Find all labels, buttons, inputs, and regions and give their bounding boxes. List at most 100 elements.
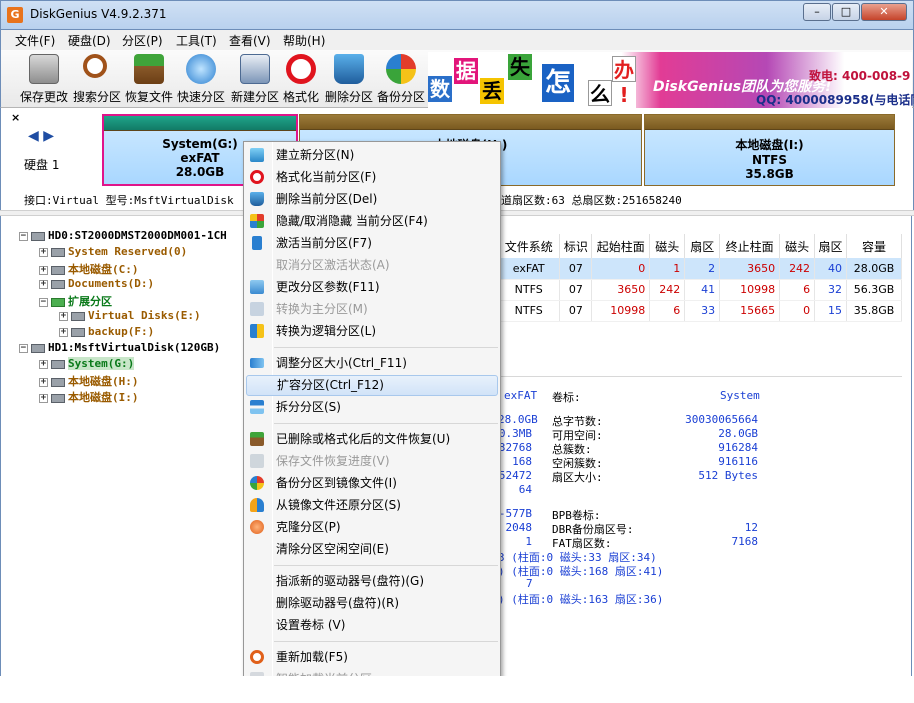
close-panel-icon[interactable]: ×: [11, 111, 20, 124]
col-header[interactable]: 容量: [846, 234, 902, 258]
col-header[interactable]: 磁头: [779, 234, 816, 258]
menu-disk[interactable]: 硬盘(D): [68, 32, 111, 49]
col-header[interactable]: 扇区: [684, 234, 721, 258]
menu-hide-partition[interactable]: 隐藏/取消隐藏 当前分区(F4): [246, 211, 498, 232]
tree-node-selected[interactable]: + System(G:): [39, 357, 135, 370]
table-row[interactable]: exFAT 07 012 3650 242 40 28.0GB: [498, 258, 902, 280]
detail-value: 28.0GB: [498, 413, 538, 426]
menu-deactivate-partition[interactable]: 取消分区激活状态(A): [246, 255, 498, 276]
tree-node-hd0[interactable]: − HD0:ST2000DMST2000DM001-1CH: [19, 229, 227, 242]
tree-node[interactable]: + 本地磁盘(I:): [39, 389, 139, 405]
detail-value: 7168: [731, 535, 759, 548]
params-icon: [250, 280, 264, 294]
new-partition-icon: [250, 148, 264, 162]
backup-partition-button[interactable]: 备份分区: [376, 52, 426, 106]
toolbar-label: 备份分区: [376, 90, 425, 104]
col-header[interactable]: 文件系统: [498, 234, 561, 258]
detail-value: 512 Bytes: [698, 469, 758, 482]
detail-value: 32768: [498, 441, 532, 454]
toolbar-label: 删除分区: [324, 90, 373, 104]
backup-icon: [250, 476, 264, 490]
menu-partition[interactable]: 分区(P): [122, 32, 163, 49]
partition-details: exFAT 卷标: System 28.0GB 0.3MB 32768 168 …: [498, 376, 902, 676]
menu-view[interactable]: 查看(V): [229, 32, 271, 49]
window-title: DiskGenius V4.9.2.371: [30, 7, 167, 21]
reload-icon: [250, 650, 264, 664]
menu-extend-partition[interactable]: 扩容分区(Ctrl_F12): [246, 375, 498, 396]
menu-tools[interactable]: 工具(T): [176, 32, 217, 49]
partition-table: 文件系统 标识 起始柱面 磁头 扇区 终止柱面 磁头 扇区 容量 exFAT 07…: [498, 234, 902, 322]
recover-files-button[interactable]: 恢复文件: [124, 52, 174, 106]
menu-remove-drive-letter[interactable]: 删除驱动器号(盘符)(R): [246, 593, 498, 614]
detail-value: -577B: [498, 507, 532, 520]
menu-new-partition[interactable]: 建立新分区(N): [246, 145, 498, 166]
detail-value: 916284: [718, 441, 758, 454]
table-row[interactable]: NTFS 07 3650 242 41 10998 6 32 56.3GB: [498, 279, 902, 301]
ad-banner[interactable]: 数 据 丢 失 怎 么 办 ! DiskGenius团队为您服务! 致电: 40…: [428, 52, 914, 108]
banner-tile: !: [612, 82, 636, 108]
menu-activate-partition[interactable]: 激活当前分区(F7): [246, 233, 498, 254]
partition-size: 35.8GB: [745, 167, 794, 181]
format-button[interactable]: 格式化: [281, 52, 321, 106]
search-partition-button[interactable]: 搜索分区: [72, 52, 122, 106]
delete-icon: [334, 54, 364, 84]
partition-block-i[interactable]: 本地磁盘(I:) NTFS 35.8GB: [644, 114, 895, 186]
recover-icon: [250, 432, 264, 446]
resize-icon: [250, 358, 264, 368]
minimize-button[interactable]: –: [803, 3, 831, 21]
menu-wipe-free-space[interactable]: 清除分区空闲空间(E): [246, 539, 498, 560]
menu-split-partition[interactable]: 拆分分区(S): [246, 397, 498, 418]
menu-file[interactable]: 文件(F): [15, 32, 55, 49]
new-partition-button[interactable]: 新建分区: [230, 52, 280, 106]
menu-backup-to-image[interactable]: 备份分区到镜像文件(I): [246, 473, 498, 494]
to-logical-icon: [250, 324, 264, 338]
tree-node-hd1[interactable]: − HD1:MsftVirtualDisk(120GB): [19, 341, 220, 354]
toolbar-label: 搜索分区: [72, 90, 121, 104]
menu-reload[interactable]: 重新加载(F5): [246, 647, 498, 668]
menu-format-partition[interactable]: 格式化当前分区(F): [246, 167, 498, 188]
detail-chs: ) (柱面:0 磁头:168 扇区:41): [498, 565, 664, 578]
col-header[interactable]: 扇区: [814, 234, 848, 258]
detail-value: 1: [525, 535, 532, 548]
tree-node[interactable]: + 本地磁盘(C:): [39, 261, 139, 277]
quick-partition-button[interactable]: 快速分区: [176, 52, 226, 106]
save-progress-icon: [250, 454, 264, 468]
col-header[interactable]: 起始柱面: [591, 234, 651, 258]
close-button[interactable]: ✕: [861, 3, 907, 21]
menu-restore-from-image[interactable]: 从镜像文件还原分区(S): [246, 495, 498, 516]
restore-icon: [250, 498, 264, 512]
col-header[interactable]: 终止柱面: [719, 234, 781, 258]
detail-value: 52472: [498, 469, 532, 482]
menu-to-logical[interactable]: 转换为逻辑分区(L): [246, 321, 498, 342]
col-header[interactable]: 标识: [559, 234, 593, 258]
delete-partition-button[interactable]: 删除分区: [324, 52, 374, 106]
menu-save-recovery-progress[interactable]: 保存文件恢复进度(V): [246, 451, 498, 472]
tree-node[interactable]: + 本地磁盘(H:): [39, 373, 139, 389]
menu-clone-partition[interactable]: 克隆分区(P): [246, 517, 498, 538]
tree-node[interactable]: + System Reserved(0): [39, 245, 187, 258]
disk-nav-arrows[interactable]: ◀ ▶: [28, 128, 54, 144]
split-icon: [250, 400, 264, 414]
col-header[interactable]: 磁头: [649, 234, 686, 258]
menu-assign-drive-letter[interactable]: 指派新的驱动器号(盘符)(G): [246, 571, 498, 592]
menu-set-volume-label[interactable]: 设置卷标 (V): [246, 615, 498, 636]
save-changes-button[interactable]: 保存更改: [19, 52, 69, 106]
menu-to-primary[interactable]: 转换为主分区(M): [246, 299, 498, 320]
menu-delete-partition[interactable]: 删除当前分区(Del): [246, 189, 498, 210]
menu-change-params[interactable]: 更改分区参数(F11): [246, 277, 498, 298]
table-row[interactable]: NTFS 07 10998 6 33 15665 0 15 35.8GB: [498, 300, 902, 322]
delete-icon: [250, 192, 264, 206]
menu-help[interactable]: 帮助(H): [283, 32, 325, 49]
banner-tile: 数: [428, 76, 452, 102]
table-header: 文件系统 标识 起始柱面 磁头 扇区 终止柱面 磁头 扇区 容量: [498, 234, 902, 258]
partition-detail-pane: 文件系统 标识 起始柱面 磁头 扇区 终止柱面 磁头 扇区 容量 exFAT 07…: [498, 216, 912, 676]
menu-recover-files[interactable]: 已删除或格式化后的文件恢复(U): [246, 429, 498, 450]
tree-node[interactable]: + Documents(D:): [39, 277, 154, 290]
detail-fs: exFAT: [504, 389, 538, 402]
tree-node-extended[interactable]: − 扩展分区: [39, 293, 112, 309]
tree-node[interactable]: + Virtual Disks(E:): [59, 309, 201, 322]
maximize-button[interactable]: □: [832, 3, 860, 21]
window-bottom: [0, 676, 914, 703]
tree-node[interactable]: + backup(F:): [59, 325, 154, 338]
menu-resize-partition[interactable]: 调整分区大小(Ctrl_F11): [246, 353, 498, 374]
